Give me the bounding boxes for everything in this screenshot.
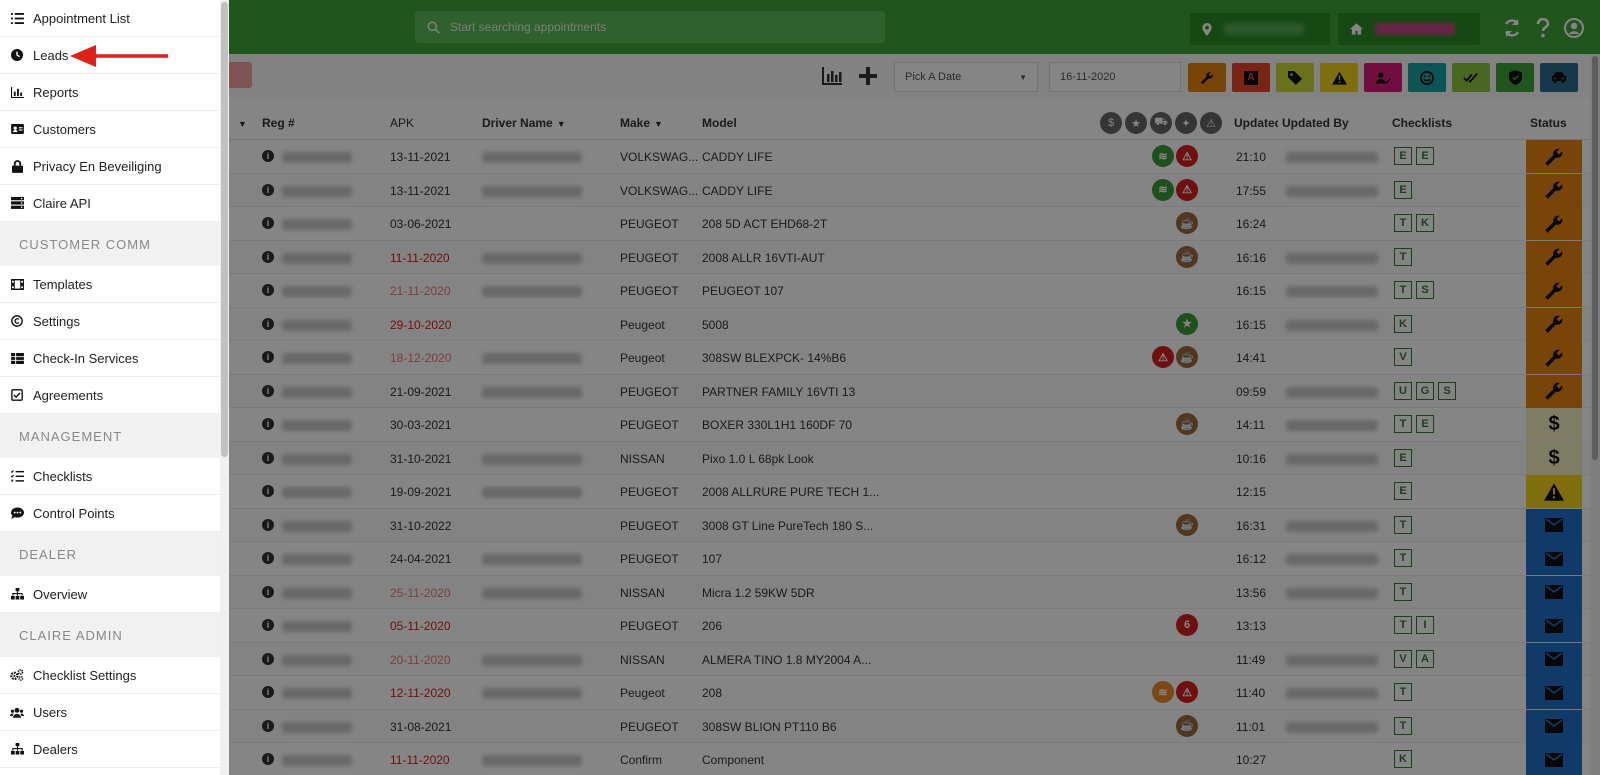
copyright-icon bbox=[10, 314, 24, 328]
sidebar-item-checklists[interactable]: Checklists bbox=[0, 458, 220, 495]
sidebar-item-dealers[interactable]: Dealers bbox=[0, 731, 220, 768]
sidebar-item-label: Privacy En Beveiliging bbox=[33, 158, 162, 174]
sidebar-item-label: Leads bbox=[33, 47, 69, 63]
check-square-icon bbox=[10, 388, 24, 402]
sidebar-item-control-points[interactable]: Control Points bbox=[0, 495, 220, 532]
sidebar-section-management: MANAGEMENT bbox=[0, 414, 220, 458]
sitemap-icon bbox=[10, 587, 24, 601]
sidebar-item-appointment-list[interactable]: Appointment List bbox=[0, 0, 220, 37]
sidebar-item-label: Dealers bbox=[33, 741, 78, 757]
sidebar-section-customer-comm: CUSTOMER COMM bbox=[0, 222, 220, 266]
tasks-icon bbox=[10, 469, 24, 483]
sidebar-item-label: Checklists bbox=[33, 468, 93, 484]
sidebar-section-dealer: DEALER bbox=[0, 532, 220, 576]
sidebar-item-agreements[interactable]: Agreements bbox=[0, 377, 220, 414]
sidebar-item-settings[interactable]: Settings bbox=[0, 303, 220, 340]
server-icon bbox=[10, 196, 24, 210]
sidebar-item-privacy-en-beveiliging[interactable]: Privacy En Beveiliging bbox=[0, 148, 220, 185]
clock-icon bbox=[10, 48, 24, 62]
cogs-icon bbox=[10, 668, 24, 682]
sidebar-item-label: Control Points bbox=[33, 505, 115, 521]
sidebar-item-label: Customers bbox=[33, 121, 96, 137]
sidebar-item-label: Appointment List bbox=[33, 10, 130, 26]
comment-dots-icon bbox=[10, 506, 24, 520]
sidebar-item-overview[interactable]: Overview bbox=[0, 576, 220, 613]
sitemap-icon bbox=[10, 742, 24, 756]
sidebar-item-label: Claire API bbox=[33, 195, 91, 211]
list-icon bbox=[10, 11, 24, 25]
sidebar-item-label: Agreements bbox=[33, 387, 104, 403]
sidebar-menu: Appointment List Leads Reports Customers Pri… bbox=[0, 0, 220, 775]
sidebar-item-customers[interactable]: Customers bbox=[0, 111, 220, 148]
sidebar-item-label: Settings bbox=[33, 313, 80, 329]
sidebar-item-label: Checklist Settings bbox=[33, 667, 137, 683]
sidebar-item-claire-api[interactable]: Claire API bbox=[0, 185, 220, 222]
bar-chart-icon bbox=[10, 85, 24, 99]
sidebar-item-reports[interactable]: Reports bbox=[0, 74, 220, 111]
sidebar-item-label: Users bbox=[33, 704, 67, 720]
sidebar-item-checklist-settings[interactable]: Checklist Settings bbox=[0, 657, 220, 694]
users-icon bbox=[10, 705, 24, 719]
sidebar-item-label: Check-In Services bbox=[33, 350, 139, 366]
id-card-icon bbox=[10, 122, 24, 136]
sidebar-item-label: Overview bbox=[33, 586, 88, 602]
app-window: Start searching appointments Pick A Date… bbox=[0, 0, 1600, 775]
sidebar-item-check-in-services[interactable]: Check-In Services bbox=[0, 340, 220, 377]
lock-icon bbox=[10, 159, 24, 173]
sidebar-section-claire-admin: CLAIRE ADMIN bbox=[0, 613, 220, 657]
red-arrow-annotation bbox=[70, 45, 168, 67]
sidebar-item-label: Templates bbox=[33, 276, 93, 292]
modal-overlay[interactable] bbox=[0, 0, 1600, 775]
table-icon bbox=[10, 351, 24, 365]
sidebar-item-label: Reports bbox=[33, 84, 79, 100]
sidebar-scrollbar-thumb[interactable] bbox=[221, 2, 228, 457]
sidebar-item-templates[interactable]: Templates bbox=[0, 266, 220, 303]
film-icon bbox=[10, 277, 24, 291]
sidebar-item-users[interactable]: Users bbox=[0, 694, 220, 731]
